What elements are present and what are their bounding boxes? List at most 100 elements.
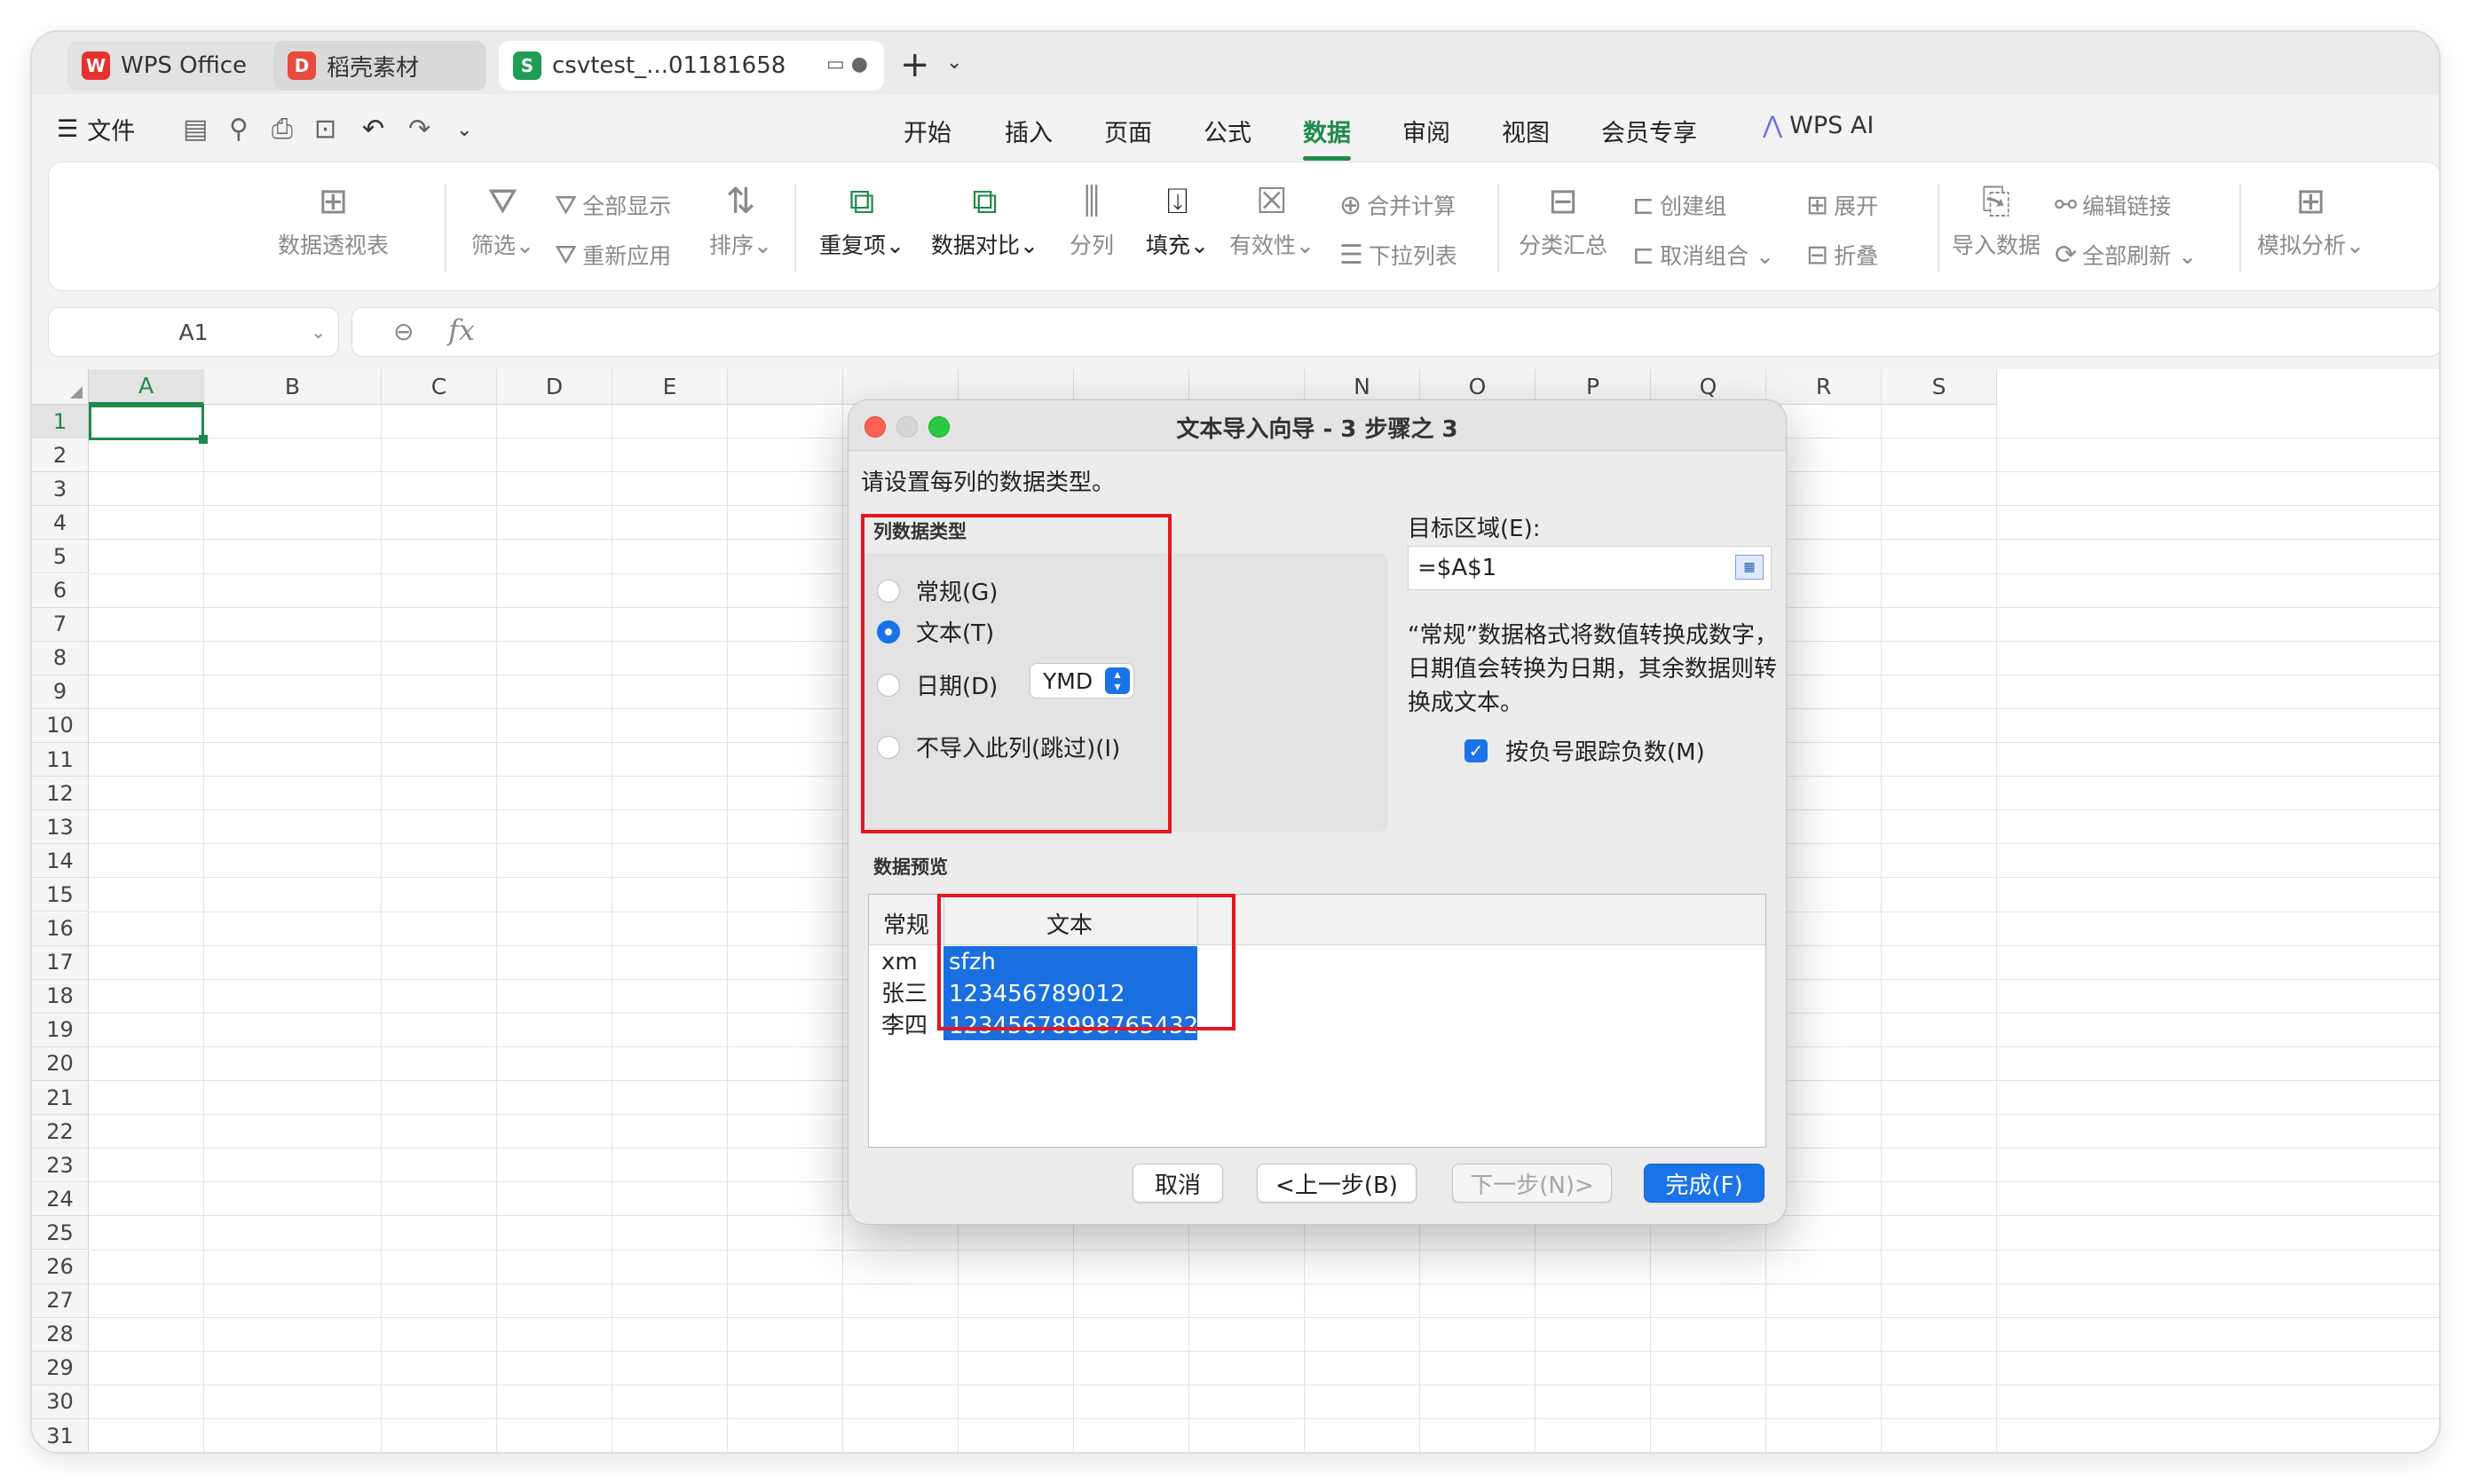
column-header[interactable]: P: [1535, 369, 1651, 405]
row-header[interactable]: 23: [32, 1149, 89, 1183]
row-header[interactable]: 22: [32, 1115, 89, 1149]
back-button[interactable]: <上一步(B): [1257, 1164, 1417, 1203]
reapply-button[interactable]: ⛛ 重新应用: [555, 239, 671, 271]
chevron-down-icon[interactable]: ⌄: [456, 119, 472, 141]
wps-ai-button[interactable]: ⋀ WPS AI: [1763, 112, 1874, 139]
validation-button[interactable]: ☒ 有效性⌄: [1229, 180, 1314, 260]
import-data-button[interactable]: ⎘ 导入数据: [1952, 180, 2041, 260]
active-cell-a1[interactable]: [89, 405, 204, 441]
menu-insert[interactable]: 插入: [1005, 114, 1053, 148]
edit-links-button[interactable]: ⚯ 编辑链接: [2055, 189, 2171, 221]
column-header[interactable]: A: [89, 369, 204, 405]
dropdown-list-button[interactable]: ☰ 下拉列表: [1339, 239, 1457, 271]
split-column-button[interactable]: ⫼ 分列: [1070, 180, 1114, 260]
link-icon[interactable]: ⚲: [229, 114, 249, 145]
finish-button[interactable]: 完成(F): [1644, 1164, 1764, 1203]
row-header[interactable]: 15: [32, 878, 89, 912]
select-all-corner[interactable]: [32, 369, 89, 405]
column-header[interactable]: Q: [1651, 369, 1766, 405]
fx-icon[interactable]: fx: [448, 313, 475, 347]
tab-wps-office[interactable]: W WPS Office: [67, 41, 300, 91]
menu-formula[interactable]: 公式: [1204, 114, 1251, 148]
column-header[interactable]: [1074, 369, 1189, 405]
next-button[interactable]: 下一步(N)>: [1452, 1164, 1612, 1203]
file-menu[interactable]: ☰ 文件: [57, 112, 135, 146]
filter-button[interactable]: ⛛ 筛选⌄: [471, 180, 534, 260]
row-header[interactable]: 27: [32, 1283, 89, 1318]
zoom-icon[interactable]: ⊖: [393, 317, 414, 346]
row-header[interactable]: 13: [32, 810, 89, 845]
row-header[interactable]: 6: [32, 573, 89, 608]
refresh-all-button[interactable]: ⟳ 全部刷新 ⌄: [2055, 239, 2197, 271]
column-header[interactable]: B: [204, 369, 382, 405]
row-header[interactable]: 24: [32, 1182, 89, 1217]
column-header[interactable]: C: [382, 369, 497, 405]
menu-view[interactable]: 视图: [1502, 114, 1550, 148]
row-header[interactable]: 21: [32, 1081, 89, 1116]
row-header[interactable]: 2: [32, 438, 89, 473]
row-header[interactable]: 8: [32, 641, 89, 675]
add-tab-icon[interactable]: +: [900, 44, 930, 85]
menu-page[interactable]: 页面: [1104, 114, 1152, 148]
what-if-button[interactable]: ⊞ 模拟分析⌄: [2257, 180, 2364, 260]
data-compare-button[interactable]: ⧉ 数据对比⌄: [931, 180, 1038, 260]
column-header[interactable]: [843, 369, 959, 405]
row-header[interactable]: 17: [32, 945, 89, 980]
row-header[interactable]: 4: [32, 506, 89, 541]
print-preview-icon[interactable]: ⊡: [314, 114, 336, 145]
fill-button[interactable]: ⍗ 填充⌄: [1146, 180, 1209, 260]
name-box[interactable]: A1 ⌄: [48, 307, 339, 357]
row-header[interactable]: 26: [32, 1250, 89, 1284]
column-header[interactable]: [1189, 369, 1305, 405]
row-header[interactable]: 10: [32, 708, 89, 743]
preview-col-header-general[interactable]: 常规: [883, 907, 929, 940]
consolidate-button[interactable]: ⊕ 合并计算: [1339, 189, 1456, 221]
row-header[interactable]: 18: [32, 979, 89, 1014]
column-header[interactable]: E: [612, 369, 728, 405]
tab-csvtest[interactable]: S csvtest_...01181658 ▭ ●: [499, 41, 884, 91]
row-header[interactable]: 29: [32, 1351, 89, 1385]
duplicates-button[interactable]: ⧉ 重复项⌄: [819, 180, 904, 260]
range-select-icon[interactable]: ▦: [1735, 555, 1764, 580]
row-header[interactable]: 20: [32, 1046, 89, 1081]
row-header[interactable]: 31: [32, 1419, 89, 1452]
row-header[interactable]: 28: [32, 1317, 89, 1352]
create-group-button[interactable]: ⊏ 创建组: [1632, 189, 1726, 221]
chevron-down-icon[interactable]: ⌄: [311, 321, 326, 343]
row-header[interactable]: 3: [32, 472, 89, 507]
menu-data[interactable]: 数据: [1303, 114, 1351, 161]
row-header[interactable]: 11: [32, 743, 89, 778]
column-header[interactable]: S: [1882, 369, 1997, 405]
row-header[interactable]: 16: [32, 912, 89, 946]
column-header[interactable]: D: [497, 369, 612, 405]
row-header[interactable]: 7: [32, 607, 89, 642]
formula-input[interactable]: ⊖ fx: [351, 307, 2439, 357]
column-header[interactable]: [728, 369, 843, 405]
column-header[interactable]: O: [1420, 369, 1535, 405]
row-header[interactable]: 25: [32, 1216, 89, 1251]
pivot-table-button[interactable]: ⊞ 数据透视表: [278, 180, 389, 260]
checkmark-icon[interactable]: ✓: [1464, 738, 1488, 762]
collapse-button[interactable]: ⊟ 折叠: [1806, 239, 1878, 271]
menu-review[interactable]: 审阅: [1402, 114, 1450, 148]
track-negative-checkbox[interactable]: ✓ 按负号跟踪负数(M): [1464, 734, 1705, 767]
destination-input[interactable]: =$A$1 ▦: [1408, 546, 1772, 590]
chevron-down-icon[interactable]: ⌄: [946, 51, 962, 74]
column-header[interactable]: N: [1305, 369, 1420, 405]
undo-icon[interactable]: ↶: [362, 114, 384, 145]
expand-button[interactable]: ⊞ 展开: [1806, 189, 1878, 221]
row-header[interactable]: 12: [32, 777, 89, 811]
subtotal-button[interactable]: ⊟ 分类汇总: [1519, 180, 1607, 260]
ungroup-button[interactable]: ⊏ 取消组合 ⌄: [1632, 239, 1774, 271]
row-header[interactable]: 30: [32, 1385, 89, 1419]
column-header[interactable]: [959, 369, 1074, 405]
row-header[interactable]: 14: [32, 844, 89, 879]
save-icon[interactable]: ▤: [183, 114, 208, 145]
row-header[interactable]: 1: [32, 405, 89, 439]
row-header[interactable]: 5: [32, 540, 89, 574]
row-header[interactable]: 9: [32, 675, 89, 709]
menu-member[interactable]: 会员专享: [1601, 114, 1697, 148]
row-header[interactable]: 19: [32, 1013, 89, 1047]
sort-button[interactable]: ⇅ 排序⌄: [709, 180, 772, 260]
print-icon[interactable]: ⎙: [272, 114, 293, 145]
